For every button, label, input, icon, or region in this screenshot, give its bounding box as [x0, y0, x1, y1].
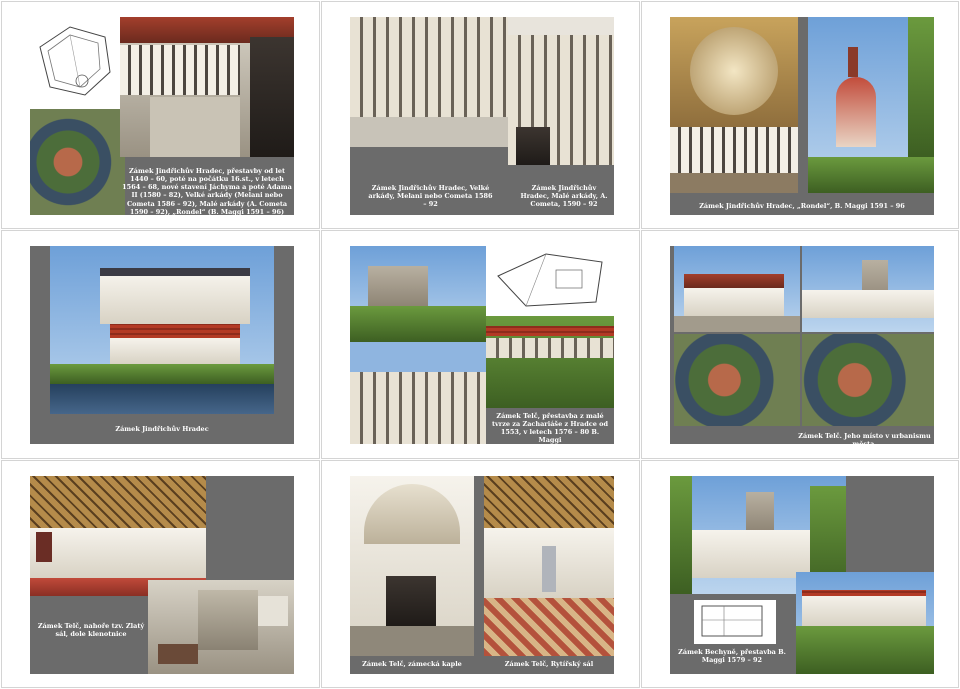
slide-3: Zámek Jindřichův Hradec, „Rondel“, B. Ma… — [670, 17, 934, 215]
slide-cell-7[interactable]: Zámek Telč, nahoře tzv. Zlatý sál, dole … — [1, 460, 320, 688]
telc-square-photo-2 — [802, 246, 934, 332]
aerial-photo — [30, 109, 125, 215]
floor-plan-image — [30, 17, 120, 109]
telc-aerial-photo-2 — [802, 334, 934, 426]
floor-plan-drawing — [701, 605, 763, 637]
slide-4: Zámek Jindřichův Hradec — [30, 246, 294, 444]
castle-panorama-photo — [50, 246, 274, 414]
slide-caption: Zámek Bechyně, přestavba B. Maggi 1579 –… — [678, 648, 786, 665]
slide-2: Zámek Jindřichův Hradec, Velké arkády, M… — [350, 17, 614, 215]
chapel-photo — [350, 476, 474, 656]
slide-caption-chapel: Zámek Telč, zámecká kaple — [362, 660, 462, 668]
slide-caption-small-arcade: Zámek Jindřichův Hradec, Malé arkády, A.… — [520, 184, 608, 209]
slide-cell-8[interactable]: Zámek Telč, zámecká kaple Zámek Telč, Ry… — [321, 460, 640, 688]
slide-caption-knights-hall: Zámek Telč, Rytířský sál — [504, 660, 594, 668]
slide-cell-9[interactable]: Zámek Bechyně, přestavba B. Maggi 1579 –… — [641, 460, 959, 688]
telc-floor-plan — [486, 246, 614, 316]
slide-1: Zámek Jindřichův Hradec, přestavby od le… — [30, 17, 294, 215]
great-arcade-photo — [350, 17, 508, 147]
golden-hall-photo — [30, 476, 206, 596]
slide-7: Zámek Telč, nahoře tzv. Zlatý sál, dole … — [30, 476, 294, 674]
slide-cell-3[interactable]: Zámek Jindřichův Hradec, „Rondel“, B. Ma… — [641, 1, 959, 229]
rondel-exterior-photo — [808, 17, 934, 193]
bechyne-view-photo — [796, 572, 934, 674]
telc-arcade-photo — [350, 342, 486, 444]
slide-caption: Zámek Telč, nahoře tzv. Zlatý sál, dole … — [37, 622, 145, 639]
slide-cell-5[interactable]: Zámek Telč, přestavba z malé tvrze za Za… — [321, 230, 640, 459]
telc-garden-photo — [350, 246, 486, 342]
slide-caption: Zámek Jindřichův Hradec — [115, 425, 209, 433]
slide-cell-6[interactable]: Zámek Telč. Jeho místo v urbanismu města… — [641, 230, 959, 459]
slide-caption: Zámek Telč. Jeho místo v urbanismu města… — [798, 432, 931, 444]
slide-cell-2[interactable]: Zámek Jindřichův Hradec, Velké arkády, M… — [321, 1, 640, 229]
slide-caption: Zámek Jindřichův Hradec, „Rondel“, B. Ma… — [699, 202, 905, 210]
slide-9: Zámek Bechyně, přestavba B. Maggi 1579 –… — [670, 476, 934, 674]
slide-caption: Zámek Telč, přestavba z malé tvrze za Za… — [492, 412, 608, 444]
telc-square-photo-1 — [674, 246, 800, 332]
bechyne-floor-plan — [694, 600, 776, 644]
telc-courtyard-photo — [486, 316, 614, 408]
slide-caption: Zámek Jindřichův Hradec, přestavby od le… — [122, 167, 292, 215]
slide-caption-great-arcade: Zámek Jindřichův Hradec, Velké arkády, M… — [368, 184, 493, 209]
treasury-photo — [148, 580, 294, 674]
floor-plan-drawing — [497, 253, 603, 307]
slide-8: Zámek Telč, zámecká kaple Zámek Telč, Ry… — [350, 476, 614, 674]
rondel-interior-photo — [670, 17, 798, 193]
slide-5: Zámek Telč, přestavba z malé tvrze za Za… — [350, 246, 614, 444]
courtyard-photo — [120, 17, 294, 157]
small-arcade-photo — [508, 17, 614, 165]
telc-aerial-photo-1 — [674, 334, 800, 426]
slide-6: Zámek Telč. Jeho místo v urbanismu města… — [670, 246, 934, 444]
knights-hall-photo — [484, 476, 614, 656]
slide-cell-1[interactable]: Zámek Jindřichův Hradec, přestavby od le… — [1, 1, 320, 229]
floor-plan-drawing — [39, 26, 111, 96]
slide-cell-4[interactable]: Zámek Jindřichův Hradec — [1, 230, 320, 459]
